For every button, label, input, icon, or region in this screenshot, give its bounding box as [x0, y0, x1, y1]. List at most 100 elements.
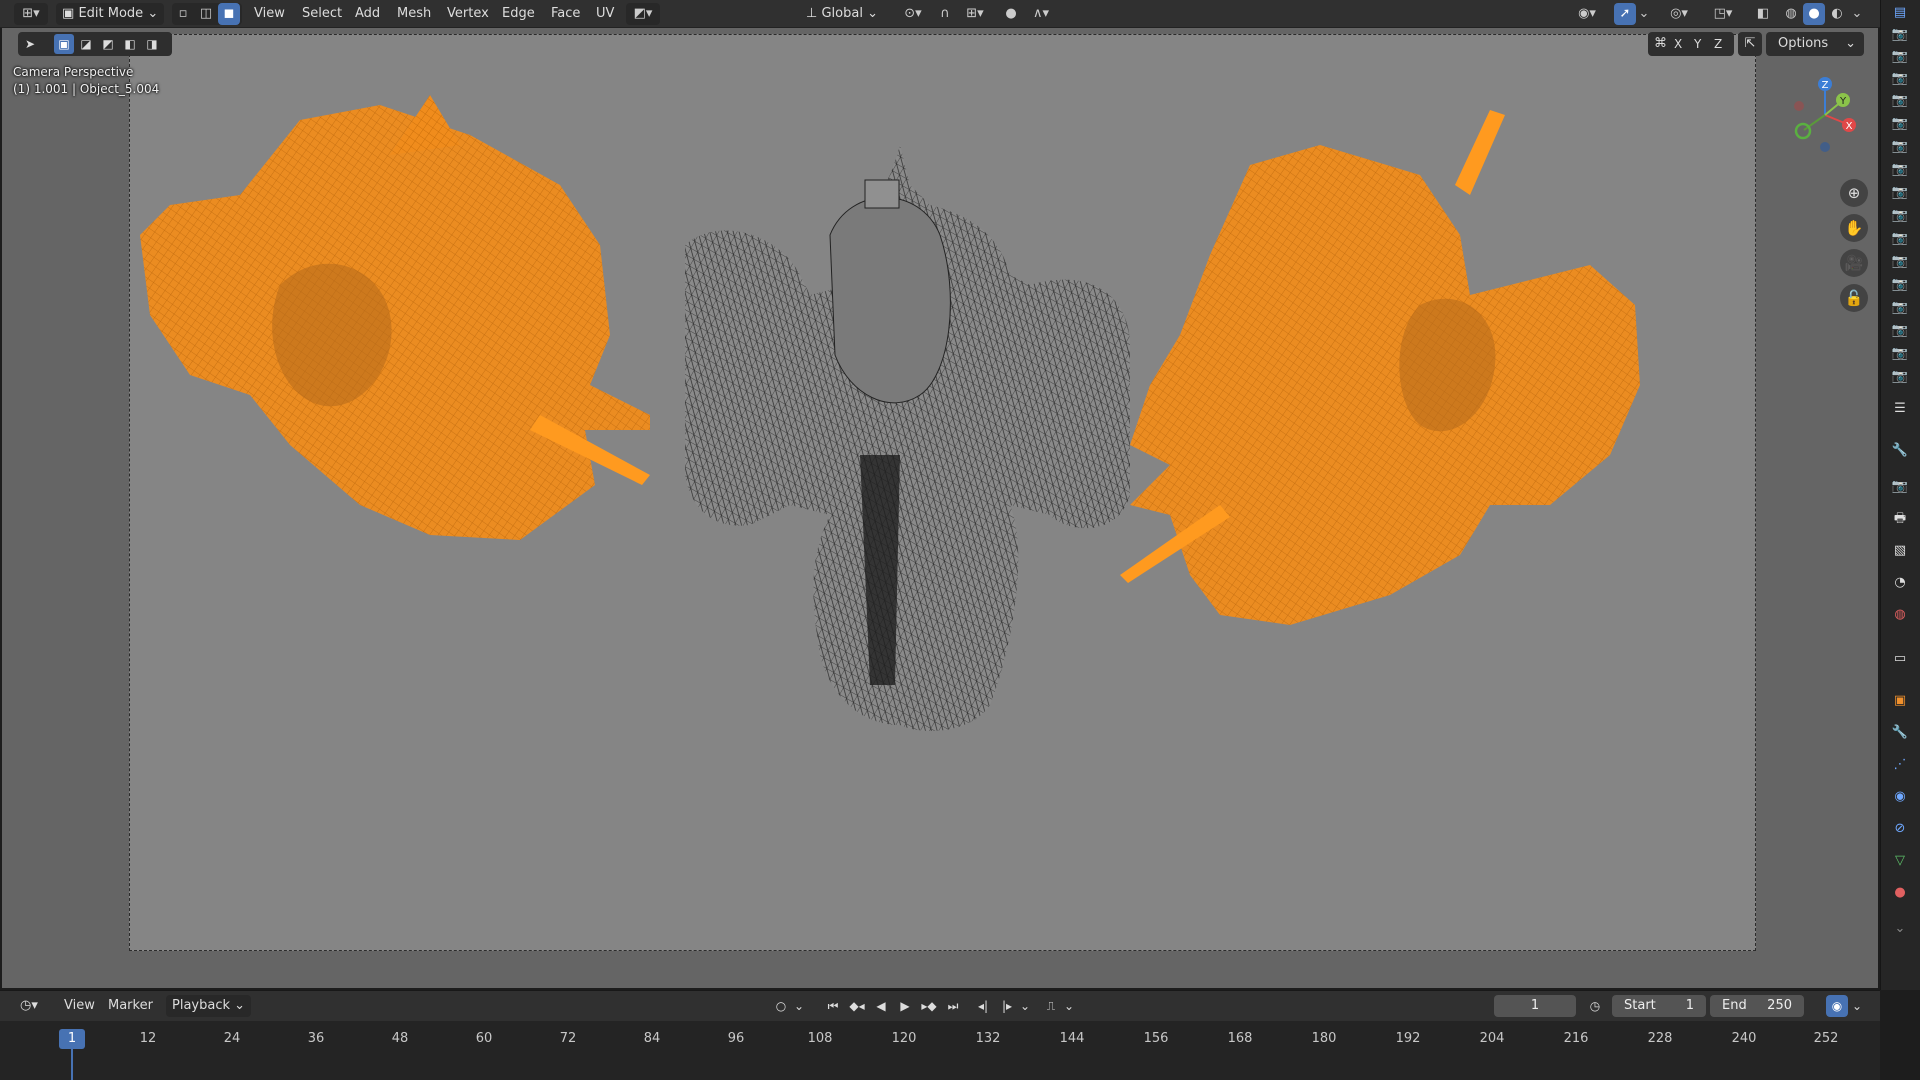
menu-uv[interactable]: UV — [590, 3, 620, 25]
current-frame-field[interactable]: 1 — [1494, 995, 1576, 1017]
render-properties-icon[interactable]: 📷 — [1889, 476, 1911, 498]
menu-face[interactable]: Face — [545, 3, 586, 25]
playback-dropdown[interactable]: Playback ⌄ — [166, 995, 252, 1017]
menu-select[interactable]: Select — [296, 3, 348, 25]
camera-item-icon[interactable]: 📷 — [1889, 113, 1911, 135]
xray-icon[interactable]: ◧ — [1752, 3, 1774, 25]
axis-gizmo[interactable]: Z X Y — [1782, 68, 1862, 158]
menu-add[interactable]: Add — [349, 3, 386, 25]
jump-end-icon[interactable]: ⏭ — [942, 995, 964, 1017]
transform-orientation[interactable]: ⊥ Global ⌄ — [800, 3, 890, 25]
camera-item-icon[interactable]: 📷 — [1889, 205, 1911, 227]
menu-edge[interactable]: Edge — [496, 3, 541, 25]
selected-object-left[interactable] — [140, 95, 650, 540]
wireframe-shading-icon[interactable]: ◍ — [1780, 3, 1802, 25]
menu-view[interactable]: View — [248, 3, 291, 25]
camera-item-icon[interactable]: 📷 — [1889, 68, 1911, 90]
selected-object-right[interactable] — [1120, 110, 1640, 625]
physics-properties-icon[interactable]: ◉ — [1889, 786, 1911, 808]
outliner-icon[interactable]: ▤ — [1889, 2, 1911, 24]
mesh-overlay-icon[interactable]: ◳▾ — [1706, 3, 1740, 25]
pivot-point-icon[interactable]: ⊙▾ — [896, 3, 930, 25]
menu-mesh[interactable]: Mesh — [391, 3, 437, 25]
axis-y-toggle[interactable]: Y — [1694, 32, 1701, 56]
camera-item-icon[interactable]: 📷 — [1889, 343, 1911, 365]
play-icon[interactable]: ▶ — [894, 995, 916, 1017]
solid-shading-icon[interactable]: ● — [1803, 3, 1825, 25]
uv-sync-icon[interactable]: ◩▾ — [626, 3, 660, 25]
proportional-edit-icon[interactable]: ● — [1000, 3, 1022, 25]
select-subtract-icon[interactable]: ◩ — [98, 34, 118, 54]
start-frame-field[interactable]: Start 1 — [1612, 995, 1706, 1017]
gizmo-dropdown-icon[interactable]: ⌄ — [1637, 3, 1651, 25]
vertex-select-icon[interactable]: ▫ — [172, 3, 194, 25]
tool-settings-icon[interactable]: 🔧 — [1889, 440, 1911, 462]
mode-selector[interactable]: ▣ Edit Mode ⌄ — [56, 3, 164, 25]
material-properties-icon[interactable]: ● — [1889, 882, 1911, 904]
camera-item-icon[interactable]: 📷 — [1889, 366, 1911, 388]
camera-item-icon[interactable]: 📷 — [1889, 159, 1911, 181]
shading-options-icon[interactable]: ⌄ — [1849, 3, 1865, 25]
chevron-down-icon[interactable]: ⌄ — [1018, 995, 1032, 1017]
play-reverse-icon[interactable]: ◀ — [870, 995, 892, 1017]
camera-item-icon[interactable]: 📷 — [1889, 136, 1911, 158]
visibility-eye-icon[interactable]: ◉▾ — [1570, 3, 1604, 25]
timeline-editor-type-icon[interactable]: ◷▾ — [14, 995, 44, 1017]
axis-x-toggle[interactable]: X — [1674, 32, 1682, 56]
select-extend-icon[interactable]: ◪ — [76, 34, 96, 54]
scene-properties-icon[interactable]: ◔ — [1889, 572, 1911, 594]
timeline-menu-marker[interactable]: Marker — [102, 995, 159, 1017]
prev-marker-icon[interactable]: ◂| — [972, 995, 994, 1017]
camera-item-icon[interactable]: 📷 — [1889, 182, 1911, 204]
next-marker-icon[interactable]: |▸ — [996, 995, 1018, 1017]
world-properties-icon[interactable]: ◍ — [1889, 604, 1911, 626]
select-tool-icon[interactable]: ➤ — [20, 34, 40, 54]
mirror-icon[interactable]: ⌘ — [1654, 32, 1667, 56]
camera-icon[interactable]: 🎥 — [1840, 249, 1868, 277]
zoom-icon[interactable]: ⊕ — [1840, 179, 1868, 207]
face-select-icon[interactable]: ◼ — [218, 3, 240, 25]
camera-item-icon[interactable]: 📷 — [1889, 320, 1911, 342]
select-invert-icon[interactable]: ◧ — [120, 34, 140, 54]
output-properties-icon[interactable]: 🖶 — [1889, 508, 1911, 530]
constraints-properties-icon[interactable]: ⊘ — [1889, 818, 1911, 840]
collection-properties-icon[interactable]: ▭ — [1889, 648, 1911, 670]
camera-item-icon[interactable]: 📷 — [1889, 274, 1911, 296]
select-intersect-icon[interactable]: ◨ — [142, 34, 162, 54]
editor-type-icon[interactable]: ⊞▾ — [14, 3, 48, 25]
particles-properties-icon[interactable]: ⋰ — [1889, 754, 1911, 776]
object-properties-icon[interactable]: ▣ — [1889, 690, 1911, 712]
select-new-icon[interactable]: ▣ — [54, 34, 74, 54]
data-properties-icon[interactable]: ▽ — [1889, 850, 1911, 872]
timeline-menu-view[interactable]: View — [58, 995, 101, 1017]
overlays-icon[interactable]: ◎▾ — [1662, 3, 1696, 25]
sync-icon[interactable]: ⎍ — [1040, 995, 1062, 1017]
chevron-down-icon[interactable]: ⌄ — [1889, 918, 1911, 940]
camera-item-icon[interactable]: 📷 — [1889, 228, 1911, 250]
camera-item-icon[interactable]: 📷 — [1889, 90, 1911, 112]
material-shading-icon[interactable]: ◐ — [1826, 3, 1848, 25]
next-keyframe-icon[interactable]: ▸◆ — [918, 995, 940, 1017]
edge-select-icon[interactable]: ◫ — [195, 3, 217, 25]
menu-vertex[interactable]: Vertex — [441, 3, 495, 25]
camera-item-icon[interactable]: 📷 — [1889, 251, 1911, 273]
jump-start-icon[interactable]: ⏮ — [822, 995, 844, 1017]
auto-keying-icon[interactable]: ○ — [770, 995, 792, 1017]
snap-magnet-icon[interactable]: ∩ — [934, 3, 956, 25]
only-keyframes-icon[interactable]: ◉ — [1826, 995, 1848, 1017]
gizmo-toggle-icon[interactable]: ➚ — [1614, 3, 1636, 25]
snap-target-icon[interactable]: ⊞▾ — [958, 3, 992, 25]
chevron-down-icon[interactable]: ⌄ — [1062, 995, 1076, 1017]
camera-item-icon[interactable]: 📷 — [1889, 24, 1911, 46]
hand-pan-icon[interactable]: ✋ — [1840, 214, 1868, 242]
playhead[interactable]: 1 — [59, 1029, 85, 1049]
falloff-curve-icon[interactable]: ∧▾ — [1024, 3, 1058, 25]
camera-item-icon[interactable]: 📷 — [1889, 46, 1911, 68]
options-dropdown[interactable]: Options ⌄ — [1766, 32, 1864, 56]
chevron-down-icon[interactable]: ⌄ — [1850, 995, 1864, 1017]
prev-keyframe-icon[interactable]: ◆◂ — [846, 995, 868, 1017]
lock-icon[interactable]: 🔓 — [1840, 284, 1868, 312]
end-frame-field[interactable]: End 250 — [1710, 995, 1804, 1017]
view-layer-icon[interactable]: ▧ — [1889, 540, 1911, 562]
unselected-object-center[interactable] — [685, 145, 1130, 731]
